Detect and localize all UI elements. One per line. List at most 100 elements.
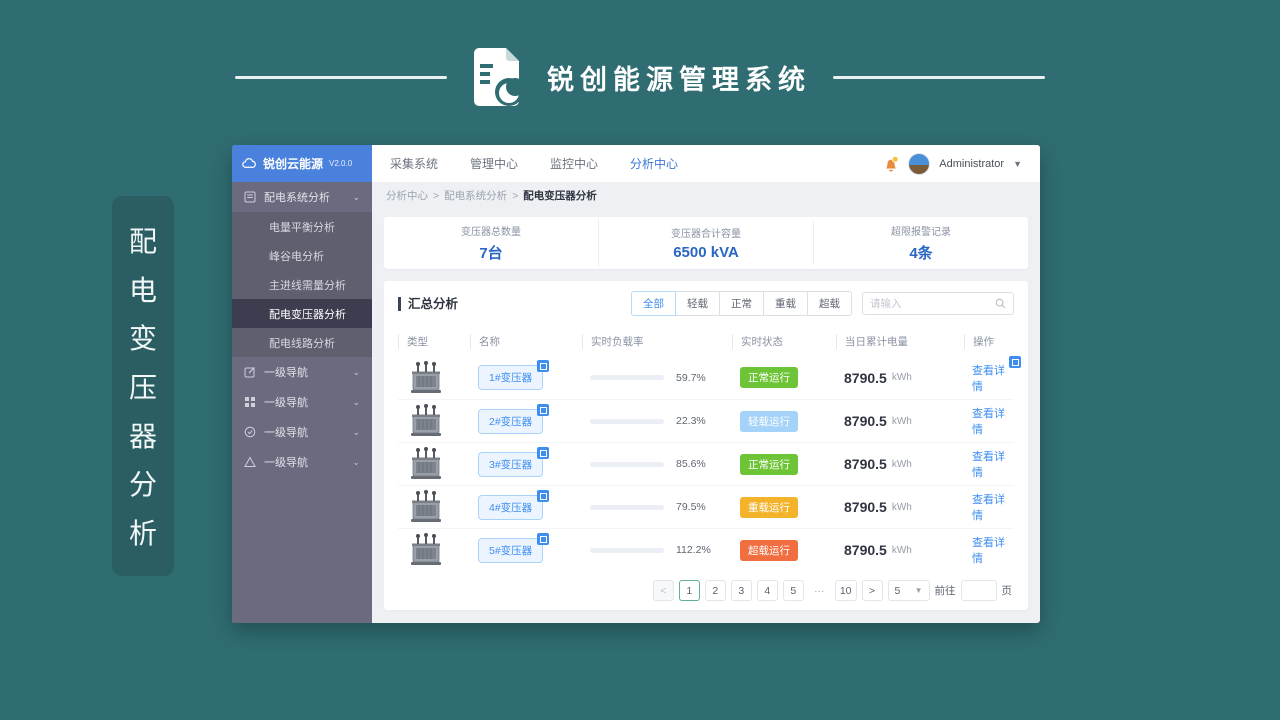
user-name[interactable]: Administrator [939, 158, 1004, 170]
status-badge: 超载运行 [740, 539, 798, 561]
filter-light-button[interactable]: 轻载 [675, 291, 720, 316]
report-badge-icon [537, 489, 550, 502]
breadcrumb-item[interactable]: 配电系统分析 [444, 188, 507, 203]
page-banner: 锐创能源管理系统 [0, 44, 1280, 110]
filter-normal-button[interactable]: 正常 [719, 291, 764, 316]
page-size-select[interactable]: 5 ▼ [887, 580, 930, 601]
breadcrumb: 分析中心 > 配电系统分析 > 配电变压器分析 [372, 182, 1040, 209]
transformer-name-button[interactable]: 5#变压器 [478, 532, 550, 563]
stats-card: 变压器总数量 7台 变压器合计容量 6500 kVA 超限报警记录 4条 [384, 217, 1028, 269]
filter-heavy-button[interactable]: 重载 [763, 291, 808, 316]
sidebar-group-distribution-analysis[interactable]: 配电系统分析 ⌄ [232, 182, 372, 212]
side-tag-char: 压 [128, 371, 157, 403]
search-input[interactable] [870, 297, 989, 310]
transformer-name-button[interactable]: 1#变压器 [478, 360, 550, 390]
transformer-name-button[interactable]: 4#变压器 [478, 489, 550, 520]
next-page-button[interactable]: > [861, 580, 883, 601]
jump-page-input[interactable] [960, 580, 997, 601]
breadcrumb-item[interactable]: 分析中心 [386, 188, 428, 203]
side-tag-char: 析 [128, 517, 157, 549]
action-cell: 查看详情 [964, 448, 1014, 480]
sidebar-item-nav-4[interactable]: 一级导航 ⌄ [232, 447, 372, 477]
column-header-load-rate: 实时负载率 [582, 334, 732, 349]
summary-header: 汇总分析 全部 轻载 正常 重载 超载 [398, 291, 1014, 316]
sidebar-item-peak-valley[interactable]: 峰谷电分析 [232, 241, 372, 270]
table-row: 3#变压器 85.6% 正常运行 8790.5 kWh 查看详情 [398, 442, 1014, 485]
table-body: 1#变压器 59.7% 正常运行 8790.5 kWh 查看详情 2#变压器 2… [398, 355, 1021, 571]
chevron-down-icon[interactable]: ▼ [1013, 159, 1022, 169]
load-progress-track [590, 547, 664, 553]
load-rate-cell: 22.3% [582, 415, 732, 427]
energy-cell: 8790.5 kWh [836, 370, 964, 386]
sidebar-item-transformer-analysis[interactable]: 配电变压器分析 [232, 299, 372, 328]
load-progress-track [590, 375, 664, 380]
transformer-name-button[interactable]: 3#变压器 [478, 446, 550, 477]
transformer-name-button[interactable]: 2#变压器 [478, 403, 550, 434]
transformer-name: 5#变压器 [489, 544, 533, 557]
grid-icon [245, 397, 255, 407]
load-progress-track [590, 504, 664, 510]
page-button[interactable]: 3 [730, 580, 752, 601]
ellipsis-pages[interactable]: ··· [809, 580, 830, 601]
action-cell: 查看详情 [964, 534, 1014, 566]
sidebar-item-nav-1[interactable]: 一级导航 ⌄ [232, 357, 372, 387]
view-details-label: 查看详情 [972, 451, 1005, 479]
view-details-link[interactable]: 查看详情 [972, 355, 1021, 394]
sidebar-item-label: 一级导航 [264, 397, 308, 409]
view-details-link[interactable]: 查看详情 [972, 405, 1014, 437]
status-badge: 正常运行 [740, 453, 798, 475]
status-badge: 轻载运行 [740, 410, 798, 432]
page-button[interactable]: 10 [834, 580, 857, 601]
chevron-down-icon: ⌄ [352, 191, 360, 202]
stat-total-capacity: 变压器合计容量 6500 kVA [599, 221, 814, 265]
notice-badge-icon [1009, 355, 1021, 368]
transformer-name: 4#变压器 [489, 501, 533, 514]
page-button[interactable]: 2 [704, 580, 726, 601]
topnav-collect-system[interactable]: 采集系统 [390, 155, 438, 172]
view-details-link[interactable]: 查看详情 [972, 448, 1014, 480]
filter-all-button[interactable]: 全部 [631, 291, 676, 316]
sidebar-item-label: 配电线路分析 [269, 337, 335, 350]
bell-icon[interactable] [883, 155, 899, 173]
page-button[interactable]: 4 [756, 580, 778, 601]
content-area: 变压器总数量 7台 变压器合计容量 6500 kVA 超限报警记录 4条 汇总分… [372, 209, 1040, 623]
stat-value: 4条 [909, 245, 933, 262]
type-cell [398, 446, 470, 482]
topnav-monitor-center[interactable]: 监控中心 [550, 155, 598, 172]
name-cell: 2#变压器 [470, 403, 582, 434]
report-badge-icon [537, 403, 550, 416]
topnav-management-center[interactable]: 管理中心 [470, 155, 518, 172]
top-navbar: 采集系统 管理中心 监控中心 分析中心 Administrator ▼ [372, 145, 1040, 182]
sidebar-item-label: 配电变压器分析 [269, 308, 346, 321]
prev-page-button[interactable]: < [652, 580, 674, 601]
load-rate-value: 85.6% [676, 458, 706, 470]
view-details-label: 查看详情 [972, 537, 1005, 565]
page-button[interactable]: 5 [782, 580, 804, 601]
avatar[interactable] [908, 152, 931, 175]
energy-cell: 8790.5 kWh [836, 542, 964, 558]
name-cell: 1#变压器 [470, 360, 582, 390]
sidebar-item-main-line-demand[interactable]: 主进线需量分析 [232, 270, 372, 299]
type-cell [398, 489, 470, 525]
view-details-link[interactable]: 查看详情 [972, 534, 1014, 566]
chevron-down-icon: ⌄ [352, 366, 360, 377]
cloud-icon [242, 158, 256, 168]
module-grid-icon [244, 191, 256, 203]
main-area: 采集系统 管理中心 监控中心 分析中心 Administrator ▼ 分析中心… [372, 145, 1040, 623]
view-details-link[interactable]: 查看详情 [972, 491, 1014, 523]
sidebar-item-line-analysis[interactable]: 配电线路分析 [232, 328, 372, 357]
transformer-icon [411, 360, 441, 393]
report-badge-icon [537, 446, 550, 459]
sidebar-item-power-balance[interactable]: 电量平衡分析 [232, 212, 372, 241]
page-button[interactable]: 1 [678, 580, 700, 601]
filter-over-button[interactable]: 超载 [807, 291, 852, 316]
sidebar-item-nav-3[interactable]: 一级导航 ⌄ [232, 417, 372, 447]
report-badge-icon [537, 532, 550, 545]
chevron-down-icon: ▼ [914, 586, 923, 595]
sidebar-item-nav-2[interactable]: 一级导航 ⌄ [232, 387, 372, 417]
page-title: 锐创能源管理系统 [547, 64, 811, 95]
topnav-analysis-center[interactable]: 分析中心 [630, 155, 678, 172]
energy-value: 8790.5 [844, 542, 887, 558]
sidebar-item-label: 一级导航 [264, 427, 308, 439]
status-cell: 正常运行 [732, 367, 836, 388]
